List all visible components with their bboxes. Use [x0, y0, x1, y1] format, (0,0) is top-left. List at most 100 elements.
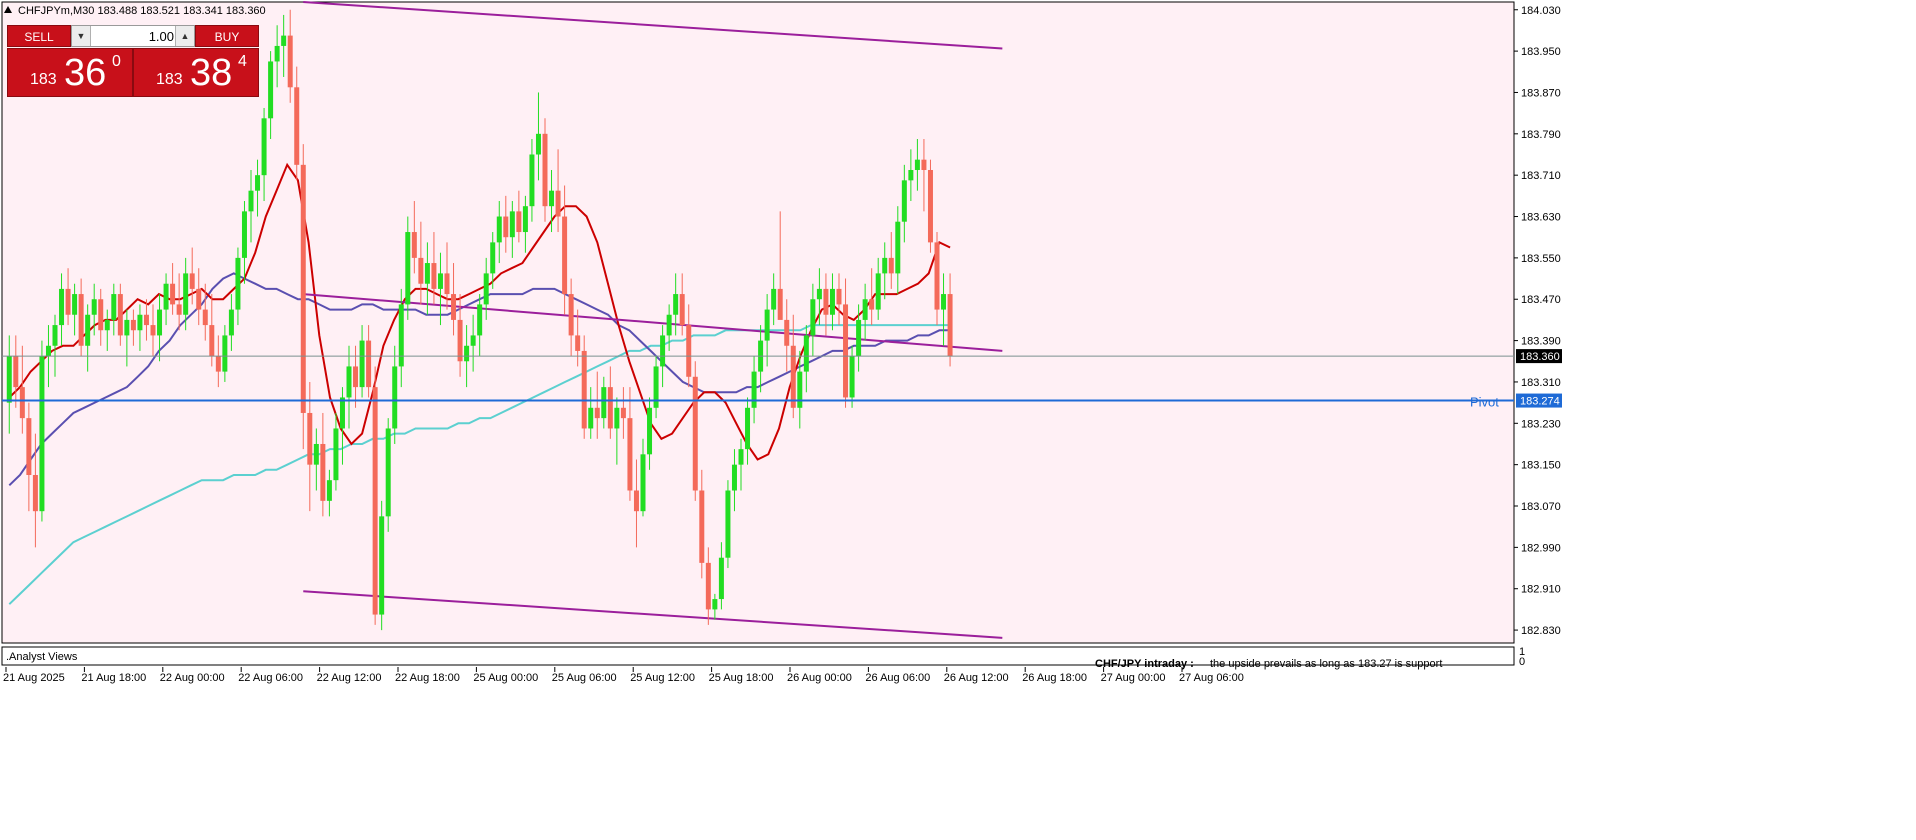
candle-body	[888, 257, 894, 274]
candle-body	[457, 319, 463, 362]
indicator-scale-bottom: 0	[1519, 656, 1525, 668]
y-tick-label: 182.830	[1521, 625, 1561, 637]
candle-body	[921, 159, 927, 171]
candle-body	[490, 242, 496, 274]
candle-body	[45, 345, 51, 357]
candle-body	[372, 387, 378, 615]
candle	[927, 159, 933, 253]
x-tick-label: 25 Aug 06:00	[552, 672, 617, 684]
one-click-trading-panel: SELL ▼ ▲ BUY 183 36 0 183 38 4	[7, 25, 259, 97]
candle-body	[157, 309, 163, 336]
y-tick-label: 183.870	[1521, 87, 1561, 99]
candle	[300, 144, 306, 450]
candle-body	[862, 299, 868, 320]
candle-body	[307, 412, 313, 465]
candle-body	[215, 356, 221, 372]
lot-input[interactable]	[92, 27, 178, 45]
candle-body	[196, 288, 202, 310]
candle-body	[549, 190, 555, 207]
price-chart[interactable]: 184.030 183.950 183.870 183.790 183.710 183.6…	[0, 0, 1916, 840]
candle-body	[183, 273, 189, 315]
candle-body	[444, 273, 450, 295]
y-tick-label: 183.470	[1521, 294, 1561, 306]
candle-body	[679, 294, 685, 326]
candle-body	[477, 304, 483, 336]
candle-body	[699, 490, 705, 563]
buy-price[interactable]: 183 38 4	[133, 48, 259, 97]
candle-body	[176, 304, 182, 315]
candle-body	[522, 206, 528, 233]
candle-body	[91, 299, 97, 315]
candle-body	[908, 170, 914, 181]
candle-body	[287, 35, 293, 88]
y-tick-label: 183.230	[1521, 418, 1561, 430]
candle-body	[353, 366, 359, 388]
y-tick-label: 183.790	[1521, 129, 1561, 141]
y-tick-label: 183.150	[1521, 460, 1561, 472]
candle-body	[607, 387, 613, 429]
candle-body	[104, 319, 110, 331]
y-tick-label: 182.910	[1521, 584, 1561, 596]
candle-body	[535, 133, 541, 155]
candle-body	[130, 319, 136, 331]
candle-body	[411, 232, 417, 258]
candle-body	[398, 304, 404, 367]
x-tick-label: 26 Aug 00:00	[787, 672, 852, 684]
candle-body	[751, 371, 757, 408]
x-tick-label: 21 Aug 2025	[3, 672, 65, 684]
candle-body	[673, 294, 679, 315]
candle-body	[529, 154, 535, 207]
candle-body	[470, 335, 476, 346]
candle-body	[901, 180, 907, 222]
candle-body	[19, 387, 25, 419]
pivot-label: Pivot	[1470, 395, 1499, 410]
candle-body	[588, 407, 594, 429]
candle-body	[366, 340, 372, 388]
candle-body	[124, 319, 130, 336]
candle-body	[496, 216, 502, 243]
candle-body	[660, 335, 666, 367]
y-tick-label: 183.950	[1521, 46, 1561, 58]
current-price-tag-label: 183.360	[1520, 351, 1560, 363]
buy-button[interactable]: BUY	[195, 25, 259, 47]
candle-body	[65, 288, 71, 315]
candle-body	[248, 190, 254, 212]
lot-increase-icon[interactable]: ▲	[175, 26, 194, 46]
x-tick-label: 26 Aug 12:00	[944, 672, 1009, 684]
comment-label: CHF/JPY intraday :	[1095, 658, 1194, 670]
x-tick-label: 21 Aug 18:00	[81, 672, 146, 684]
y-tick-label: 183.390	[1521, 336, 1561, 348]
candle	[39, 340, 45, 522]
candle-body	[810, 299, 816, 336]
candle-body	[150, 325, 156, 336]
candle	[379, 500, 385, 631]
candle-body	[379, 516, 385, 615]
y-tick-label: 183.710	[1521, 170, 1561, 182]
candle-body	[255, 175, 261, 191]
sell-price[interactable]: 183 36 0	[7, 48, 133, 97]
lot-size-field[interactable]: ▼ ▲	[71, 25, 195, 47]
candle-body	[947, 294, 953, 357]
candle-body	[705, 562, 711, 610]
lot-decrease-icon[interactable]: ▼	[72, 26, 91, 46]
candle-body	[117, 294, 123, 336]
x-tick-label: 25 Aug 12:00	[630, 672, 695, 684]
comment-text: the upside prevails as long as 183.27 is…	[1210, 658, 1442, 670]
candle-body	[640, 454, 646, 512]
candle-body	[431, 263, 437, 289]
candle-body	[594, 407, 600, 419]
candle	[385, 418, 391, 532]
candle-body	[464, 345, 470, 362]
candle-body	[653, 366, 659, 408]
candle-body	[359, 340, 365, 388]
candle-body	[666, 314, 672, 336]
candle-body	[875, 273, 881, 310]
y-tick-label: 182.990	[1521, 542, 1561, 554]
candle-body	[849, 356, 855, 398]
candle-body	[385, 428, 391, 517]
sell-button[interactable]: SELL	[7, 25, 71, 47]
candle-body	[405, 232, 411, 305]
candle-body	[300, 164, 306, 413]
x-tick-label: 22 Aug 06:00	[238, 672, 303, 684]
candle-body	[882, 257, 888, 274]
